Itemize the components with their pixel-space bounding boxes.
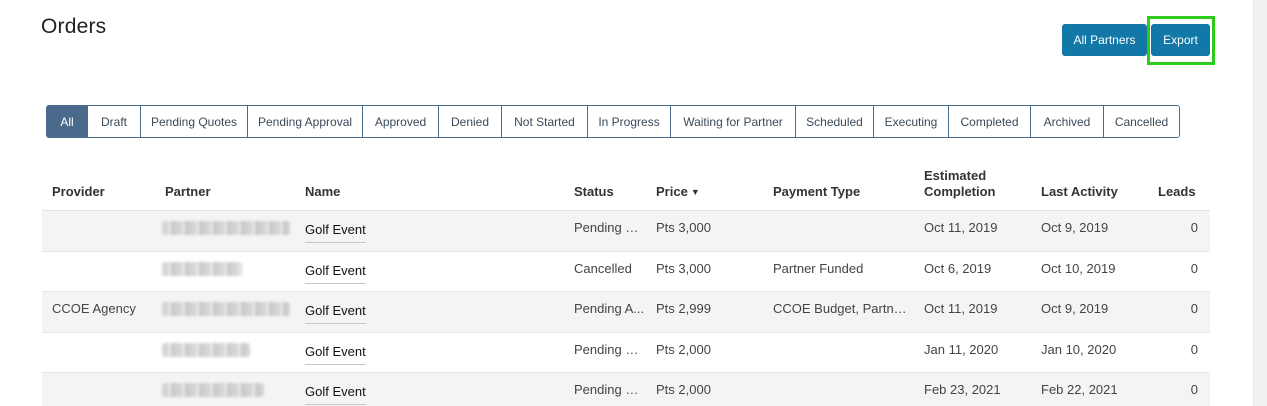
last-activity-cell: Oct 10, 2019: [1041, 260, 1116, 276]
filter-tab-all[interactable]: All: [47, 106, 88, 137]
price-cell: Pts 2,000: [656, 341, 711, 357]
order-name-link[interactable]: Golf Event: [305, 303, 366, 324]
price-cell: Pts 2,999: [656, 301, 711, 316]
partner-cell-redacted: [162, 302, 290, 316]
estimated-completion-cell: Oct 11, 2019: [924, 301, 998, 316]
payment-type-cell: Partner Funded: [773, 260, 864, 276]
export-button[interactable]: Export: [1151, 24, 1210, 56]
column-header-payment-type[interactable]: Payment Type: [773, 184, 860, 200]
filter-tab-completed[interactable]: Completed: [949, 106, 1031, 137]
status-filter-bar: All Draft Pending Quotes Pending Approva…: [46, 105, 1180, 138]
filter-tab-scheduled[interactable]: Scheduled: [796, 106, 874, 137]
column-header-estimated-line1: Estimated: [924, 168, 987, 183]
leads-cell: 0: [1190, 301, 1198, 316]
partner-cell-redacted: [162, 342, 250, 357]
partner-cell-redacted: [162, 261, 242, 276]
leads-cell: 0: [1190, 260, 1198, 276]
estimated-completion-cell: Jan 11, 2020: [924, 341, 999, 357]
column-header-provider[interactable]: Provider: [52, 184, 105, 200]
filter-tab-denied[interactable]: Denied: [439, 106, 502, 137]
table-body: Golf Event Pending Q... Pts 3,000 Oct 11…: [42, 211, 1210, 406]
last-activity-cell: Oct 9, 2019: [1041, 301, 1109, 316]
provider-cell: CCOE Agency: [52, 301, 136, 316]
leads-cell: 0: [1190, 220, 1198, 235]
filter-tab-archived[interactable]: Archived: [1031, 106, 1104, 137]
filter-tab-pending-quotes[interactable]: Pending Quotes: [141, 106, 248, 137]
status-cell: Pending Q...: [574, 220, 646, 235]
status-cell: Cancelled: [574, 260, 632, 276]
filter-tab-draft[interactable]: Draft: [88, 106, 141, 137]
leads-cell: 0: [1190, 382, 1198, 397]
table-row[interactable]: Golf Event Cancelled Pts 3,000 Partner F…: [42, 252, 1210, 292]
table-row[interactable]: Golf Event Pending Q... Pts 2,000 Jan 11…: [42, 333, 1210, 373]
price-cell: Pts 3,000: [656, 220, 711, 235]
filter-tab-not-started[interactable]: Not Started: [502, 106, 588, 137]
last-activity-cell: Oct 9, 2019: [1041, 220, 1109, 235]
status-cell: Pending A...: [574, 301, 645, 316]
filter-tab-executing[interactable]: Executing: [874, 106, 949, 137]
status-cell: Pending Q...: [574, 341, 646, 357]
filter-tab-pending-approval[interactable]: Pending Approval: [248, 106, 363, 137]
price-cell: Pts 2,000: [656, 382, 711, 397]
column-header-name[interactable]: Name: [305, 184, 340, 200]
table-row[interactable]: CCOE Agency Golf Event Pending A... Pts …: [42, 292, 1210, 333]
leads-cell: 0: [1190, 341, 1198, 357]
column-header-price-label: Price: [656, 184, 688, 199]
column-header-status[interactable]: Status: [574, 184, 614, 200]
partner-cell-redacted: [162, 383, 264, 397]
payment-type-cell: CCOE Budget, Partner ...: [773, 301, 913, 316]
page-title: Orders: [41, 15, 107, 38]
estimated-completion-cell: Feb 23, 2021: [924, 382, 1001, 397]
orders-table: Provider Partner Name Status Price ▼ Paym…: [42, 160, 1210, 406]
order-name-link[interactable]: Golf Event: [305, 263, 366, 284]
estimated-completion-cell: Oct 11, 2019: [924, 220, 998, 235]
column-header-partner[interactable]: Partner: [165, 184, 211, 200]
filter-tab-cancelled[interactable]: Cancelled: [1104, 106, 1179, 137]
column-header-price[interactable]: Price ▼: [656, 184, 700, 200]
estimated-completion-cell: Oct 6, 2019: [924, 260, 992, 276]
column-header-last-activity[interactable]: Last Activity: [1041, 184, 1118, 200]
column-header-estimated-completion[interactable]: Estimated Completion: [924, 168, 996, 200]
order-name-link[interactable]: Golf Event: [305, 344, 366, 365]
price-cell: Pts 3,000: [656, 260, 711, 276]
table-header: Provider Partner Name Status Price ▼ Paym…: [42, 160, 1210, 211]
column-header-leads[interactable]: Leads: [1158, 184, 1196, 200]
filter-tab-waiting-for-partner[interactable]: Waiting for Partner: [671, 106, 796, 137]
last-activity-cell: Jan 10, 2020: [1041, 341, 1117, 357]
vertical-scrollbar[interactable]: [1253, 0, 1267, 406]
last-activity-cell: Feb 22, 2021: [1041, 382, 1118, 397]
table-row[interactable]: Golf Event Pending Q... Pts 3,000 Oct 11…: [42, 211, 1210, 252]
partner-cell-redacted: [162, 221, 290, 235]
caret-down-icon: ▼: [690, 187, 700, 197]
order-name-link[interactable]: Golf Event: [305, 222, 366, 243]
all-partners-button[interactable]: All Partners: [1062, 24, 1147, 56]
status-cell: Pending Q...: [574, 382, 646, 397]
table-row[interactable]: Golf Event Pending Q... Pts 2,000 Feb 23…: [42, 373, 1210, 406]
filter-tab-in-progress[interactable]: In Progress: [588, 106, 671, 137]
order-name-link[interactable]: Golf Event: [305, 384, 366, 405]
column-header-estimated-line2: Completion: [924, 184, 996, 199]
filter-tab-approved[interactable]: Approved: [363, 106, 439, 137]
